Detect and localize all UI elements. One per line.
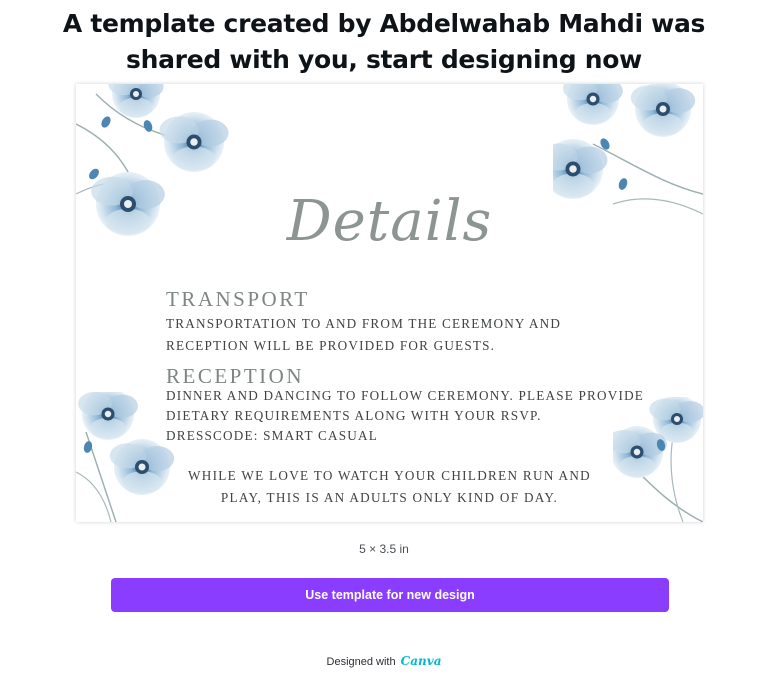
transport-line: TRANSPORTATION TO AND FROM THE CEREMONY …: [166, 316, 562, 331]
page-title: A template created by Abdelwahab Mahdi w…: [0, 6, 768, 78]
page-title-line-2: shared with you, start designing now: [126, 45, 642, 74]
reception-line: DRESSCODE: SMART CASUAL: [166, 428, 378, 443]
reception-text: DINNER AND DANCING TO FOLLOW CEREMONY. P…: [166, 386, 644, 446]
page-title-line-1: A template created by Abdelwahab Mahdi w…: [62, 9, 706, 38]
template-dimensions: 5 × 3.5 in: [359, 542, 409, 556]
closing-line: PLAY, THIS IS AN ADULTS ONLY KIND OF DAY…: [220, 490, 559, 505]
footer-prefix: Designed with: [326, 656, 396, 668]
closing-text: WHILE WE LOVE TO WATCH YOUR CHILDREN RUN…: [76, 465, 703, 509]
use-template-button[interactable]: Use template for new design: [111, 578, 669, 612]
template-preview-card[interactable]: Details TRANSPORT TRANSPORTATION TO AND …: [76, 84, 703, 522]
reception-line: DINNER AND DANCING TO FOLLOW CEREMONY. P…: [166, 388, 645, 403]
reception-line: DIETARY REQUIREMENTS ALONG WITH YOUR RSV…: [166, 408, 542, 423]
card-title: Details: [286, 189, 493, 254]
transport-line: RECEPTION WILL BE PROVIDED FOR GUESTS.: [166, 338, 496, 353]
transport-heading: TRANSPORT: [166, 287, 310, 311]
transport-text: TRANSPORTATION TO AND FROM THE CEREMONY …: [166, 313, 561, 357]
template-share-page: A template created by Abdelwahab Mahdi w…: [0, 0, 768, 679]
designed-with-footer: Designed with Canva: [0, 654, 768, 668]
closing-line: WHILE WE LOVE TO WATCH YOUR CHILDREN RUN…: [188, 468, 591, 483]
canva-logo[interactable]: Canva: [401, 654, 442, 668]
